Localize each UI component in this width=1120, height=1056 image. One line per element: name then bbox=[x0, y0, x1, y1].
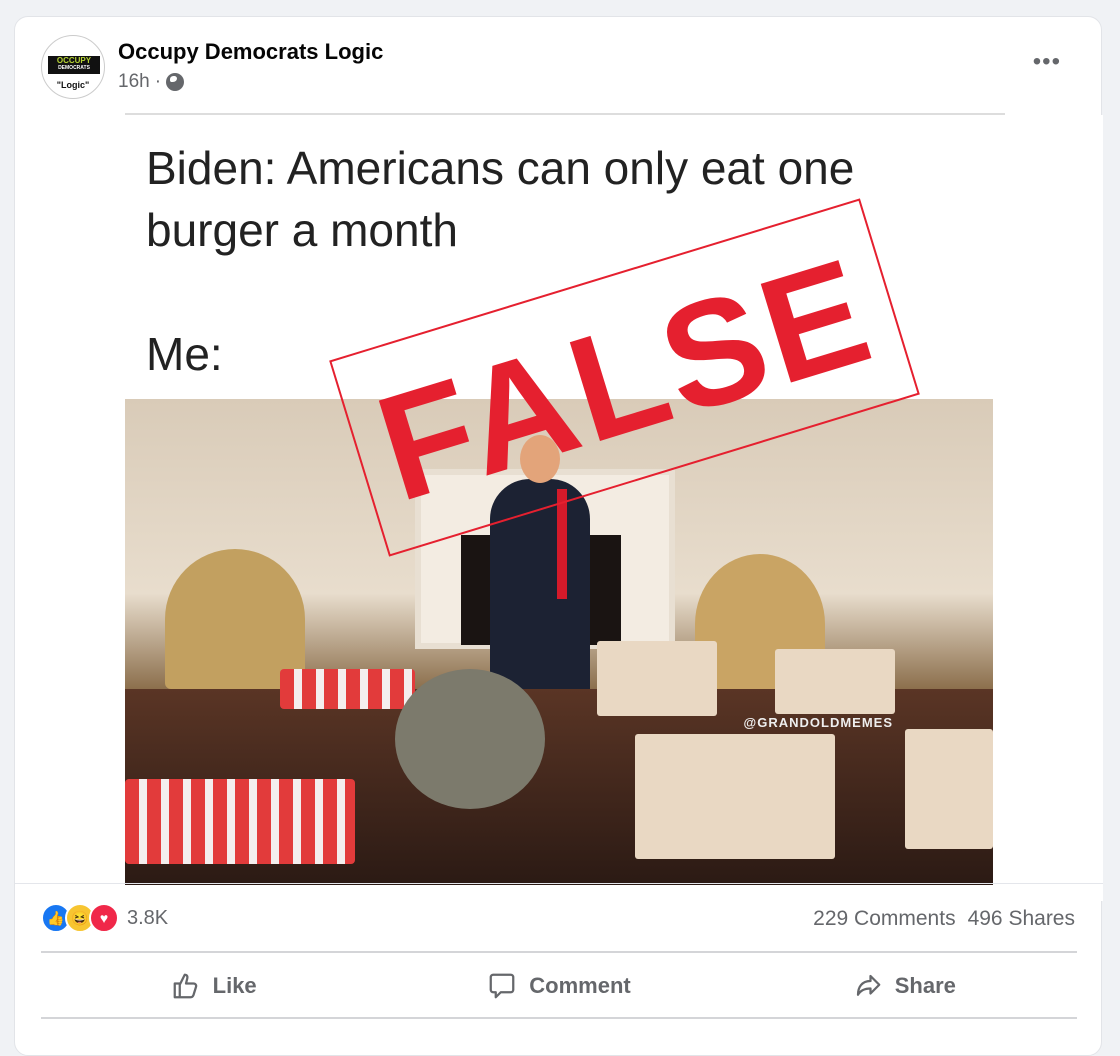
reactions-summary[interactable]: 👍 😆 ♥ 3.8K bbox=[41, 903, 168, 933]
share-button[interactable]: Share bbox=[732, 955, 1077, 1017]
meta-separator: · bbox=[154, 71, 162, 92]
post-image[interactable]: Biden: Americans can only eat one burger… bbox=[15, 115, 1103, 901]
divider bbox=[41, 951, 1077, 953]
post-meta: 16h · bbox=[118, 71, 185, 93]
box-pile bbox=[905, 729, 993, 849]
box-pile bbox=[597, 641, 717, 716]
comments-count-link[interactable]: 229 Comments bbox=[813, 907, 955, 931]
divider bbox=[15, 883, 1103, 884]
avatar-logo-caption: "Logic" bbox=[56, 80, 90, 90]
comment-icon bbox=[489, 973, 515, 999]
thumbs-up-icon bbox=[173, 973, 197, 999]
burger-pile bbox=[125, 779, 355, 864]
love-reaction-icon: ♥ bbox=[89, 903, 119, 933]
comment-label: Comment bbox=[529, 973, 631, 998]
burger-pile bbox=[280, 669, 415, 709]
avatar-logo-subtext: DEMOCRATS bbox=[58, 65, 90, 71]
post-time[interactable]: 16h bbox=[118, 71, 150, 93]
more-options-button[interactable]: ••• bbox=[1033, 50, 1061, 74]
shares-count-link[interactable]: 496 Shares bbox=[968, 907, 1075, 931]
action-bar: Like Comment Share bbox=[41, 955, 1077, 1017]
salad-tower bbox=[395, 669, 545, 809]
divider bbox=[41, 1017, 1077, 1019]
share-arrow-icon bbox=[856, 974, 881, 996]
post-card: OCCUPY DEMOCRATS "Logic" Occupy Democrats… bbox=[14, 16, 1103, 1056]
page-avatar[interactable]: OCCUPY DEMOCRATS "Logic" bbox=[41, 35, 105, 99]
comment-button[interactable]: Comment bbox=[386, 955, 731, 1017]
reaction-count: 3.8K bbox=[127, 906, 169, 929]
engagement-stats: 229 Comments 496 Shares bbox=[813, 907, 1075, 931]
share-label: Share bbox=[894, 973, 956, 998]
globe-icon bbox=[166, 73, 185, 91]
author-name[interactable]: Occupy Democrats Logic bbox=[118, 39, 383, 65]
box-pile bbox=[775, 649, 895, 714]
like-button[interactable]: Like bbox=[41, 955, 386, 1017]
table-gold bbox=[165, 549, 305, 689]
avatar-logo-text: OCCUPY bbox=[56, 56, 92, 65]
meme-me-label: Me: bbox=[146, 328, 223, 380]
like-label: Like bbox=[212, 973, 257, 998]
avatar-logo: OCCUPY DEMOCRATS bbox=[48, 56, 100, 74]
meme-caption-line: Biden: Americans can only eat one bbox=[146, 142, 855, 194]
box-pile bbox=[635, 734, 835, 859]
watermark: @GRANDOLDMEMES bbox=[743, 715, 893, 730]
